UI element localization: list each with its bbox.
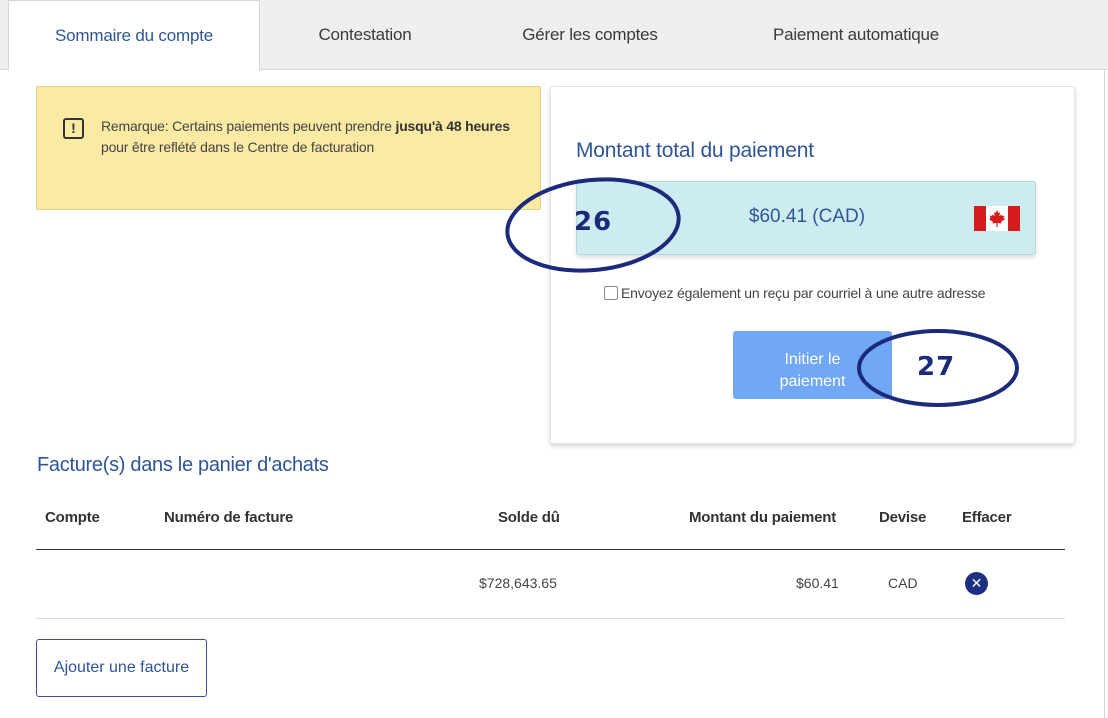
cell-devise: CAD: [888, 575, 918, 591]
table-row-divider: [36, 618, 1065, 619]
canada-flag-icon: [974, 206, 1020, 231]
column-header-solde: Solde dû: [498, 509, 560, 526]
notice-text-bold: jusqu'à 48 heures: [395, 118, 511, 134]
notice-text-before: Remarque: Certains paiements peuvent pre…: [101, 118, 396, 134]
tab-paiement-automatique[interactable]: Paiement automatique: [710, 0, 1002, 70]
cell-solde: $728,643.65: [479, 575, 557, 591]
column-header-effacer: Effacer: [962, 509, 1012, 526]
initiate-payment-line2: paiement: [779, 373, 846, 390]
amount-box: $60.41 (CAD): [576, 181, 1036, 255]
notice-box: ! Remarque: Certains paiements peuvent p…: [36, 86, 541, 210]
close-icon[interactable]: ✕: [965, 572, 988, 595]
right-border: [1104, 70, 1105, 718]
table-header-divider: [36, 549, 1065, 550]
receipt-checkbox-label[interactable]: Envoyez également un reçu par courriel à…: [604, 285, 985, 301]
notice-text: Remarque: Certains paiements peuvent pre…: [101, 116, 521, 158]
payment-title: Montant total du paiement: [576, 139, 814, 162]
tab-contestation[interactable]: Contestation: [260, 0, 470, 70]
initiate-payment-button[interactable]: Initier le paiement: [733, 331, 892, 399]
column-header-montant: Montant du paiement: [689, 509, 837, 526]
annotation-label-27: 27: [917, 352, 956, 382]
initiate-payment-line1: Initier le: [784, 351, 841, 368]
exclamation-icon: !: [63, 118, 84, 139]
add-invoice-button[interactable]: Ajouter une facture: [36, 639, 207, 697]
receipt-checkbox[interactable]: [604, 286, 618, 300]
payment-amount: $60.41 (CAD): [748, 206, 866, 227]
cart-title: Facture(s) dans le panier d'achats: [37, 454, 329, 476]
tab-gerer-les-comptes[interactable]: Gérer les comptes: [470, 0, 710, 70]
column-header-devise: Devise: [879, 509, 927, 526]
column-header-compte: Compte: [45, 509, 100, 526]
tab-sommaire-du-compte[interactable]: Sommaire du compte: [8, 0, 260, 71]
cell-montant: $60.41: [796, 575, 839, 591]
annotation-label-26: 26: [574, 207, 613, 237]
receipt-label: Envoyez également un reçu par courriel à…: [621, 285, 986, 301]
notice-text-after: pour être reflété dans le Centre de fact…: [101, 139, 375, 155]
column-header-numero: Numéro de facture: [164, 509, 294, 526]
